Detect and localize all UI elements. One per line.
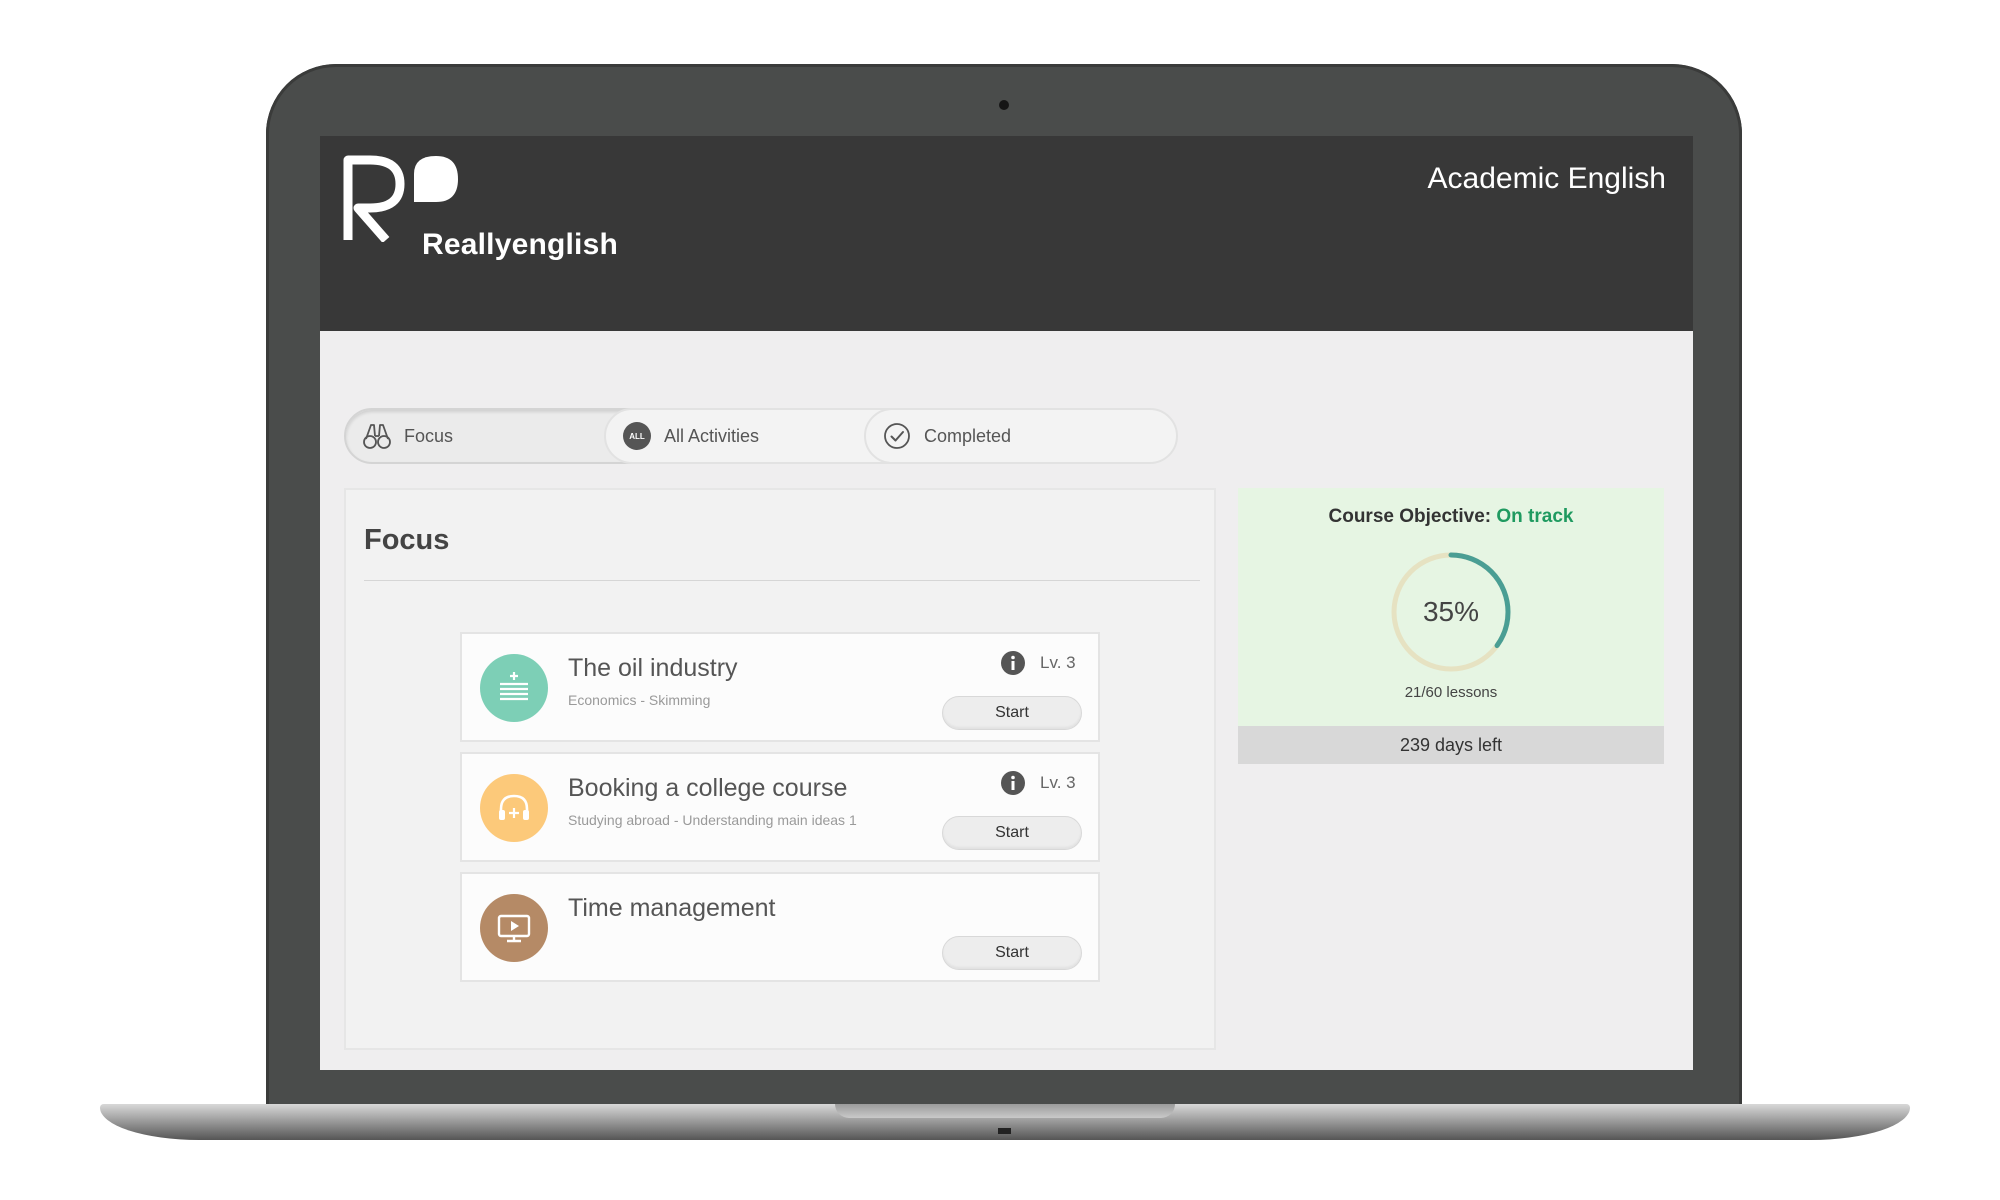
activity-card-booking-college-course[interactable]: Booking a college course Studying abroad…: [460, 752, 1100, 862]
start-button[interactable]: Start: [942, 696, 1082, 730]
app-screen: Reallyenglish Academic English Focus ALL…: [320, 136, 1693, 1070]
app-header: Reallyenglish Academic English: [320, 136, 1693, 331]
laptop-base-indicator: [998, 1128, 1011, 1134]
all-badge-icon: ALL: [622, 421, 652, 451]
tab-completed-label: Completed: [924, 425, 1012, 446]
activity-title: Booking a college course: [568, 774, 848, 802]
focus-panel-title: Focus: [364, 524, 450, 556]
activity-level: Lv. 3: [1040, 773, 1076, 792]
activity-subtitle: Studying abroad - Understanding main ide…: [568, 812, 857, 828]
reading-icon: [480, 654, 548, 722]
start-button[interactable]: Start: [942, 936, 1082, 970]
binoculars-icon: [362, 421, 392, 451]
progress-percent: 35%: [1422, 596, 1480, 627]
headphones-icon: [480, 774, 548, 842]
course-objective-status: On track: [1496, 506, 1574, 527]
video-icon: [480, 894, 548, 962]
activity-subtitle: Economics - Skimming: [568, 692, 711, 708]
check-circle-icon: [882, 421, 912, 451]
days-left-bar: 239 days left: [1238, 726, 1664, 764]
all-badge: ALL: [623, 422, 651, 450]
activity-card-oil-industry[interactable]: The oil industry Economics - Skimming Lv…: [460, 632, 1100, 742]
panel-divider: [364, 580, 1200, 581]
lessons-count: 21/60 lessons: [1404, 684, 1498, 701]
activity-title: Time management: [568, 894, 776, 922]
activity-card-time-management[interactable]: Time management Start: [460, 872, 1100, 982]
focus-panel: Focus The oil industry Economics - Skimm…: [344, 488, 1216, 1050]
brand-logo[interactable]: Reallyenglish: [342, 152, 642, 261]
info-icon[interactable]: [1000, 770, 1026, 796]
tab-focus-label: Focus: [404, 425, 454, 446]
brand-name: Reallyenglish: [422, 228, 619, 261]
course-title: Academic English: [1427, 162, 1666, 195]
camera-icon: [999, 100, 1009, 110]
course-objective-label: Course Objective:: [1328, 506, 1497, 527]
tab-all-activities-label: All Activities: [664, 425, 760, 446]
course-objective-heading: Course Objective: On track: [1238, 506, 1664, 528]
course-objective-panel: Course Objective: On track 35% 21/60 les…: [1238, 488, 1664, 726]
start-button[interactable]: Start: [942, 816, 1082, 850]
tab-completed[interactable]: Completed: [864, 408, 1178, 464]
info-icon[interactable]: [1000, 650, 1026, 676]
activity-title: The oil industry: [568, 654, 738, 682]
activity-level: Lv. 3: [1040, 653, 1076, 672]
laptop-base-notch: [835, 1104, 1175, 1118]
